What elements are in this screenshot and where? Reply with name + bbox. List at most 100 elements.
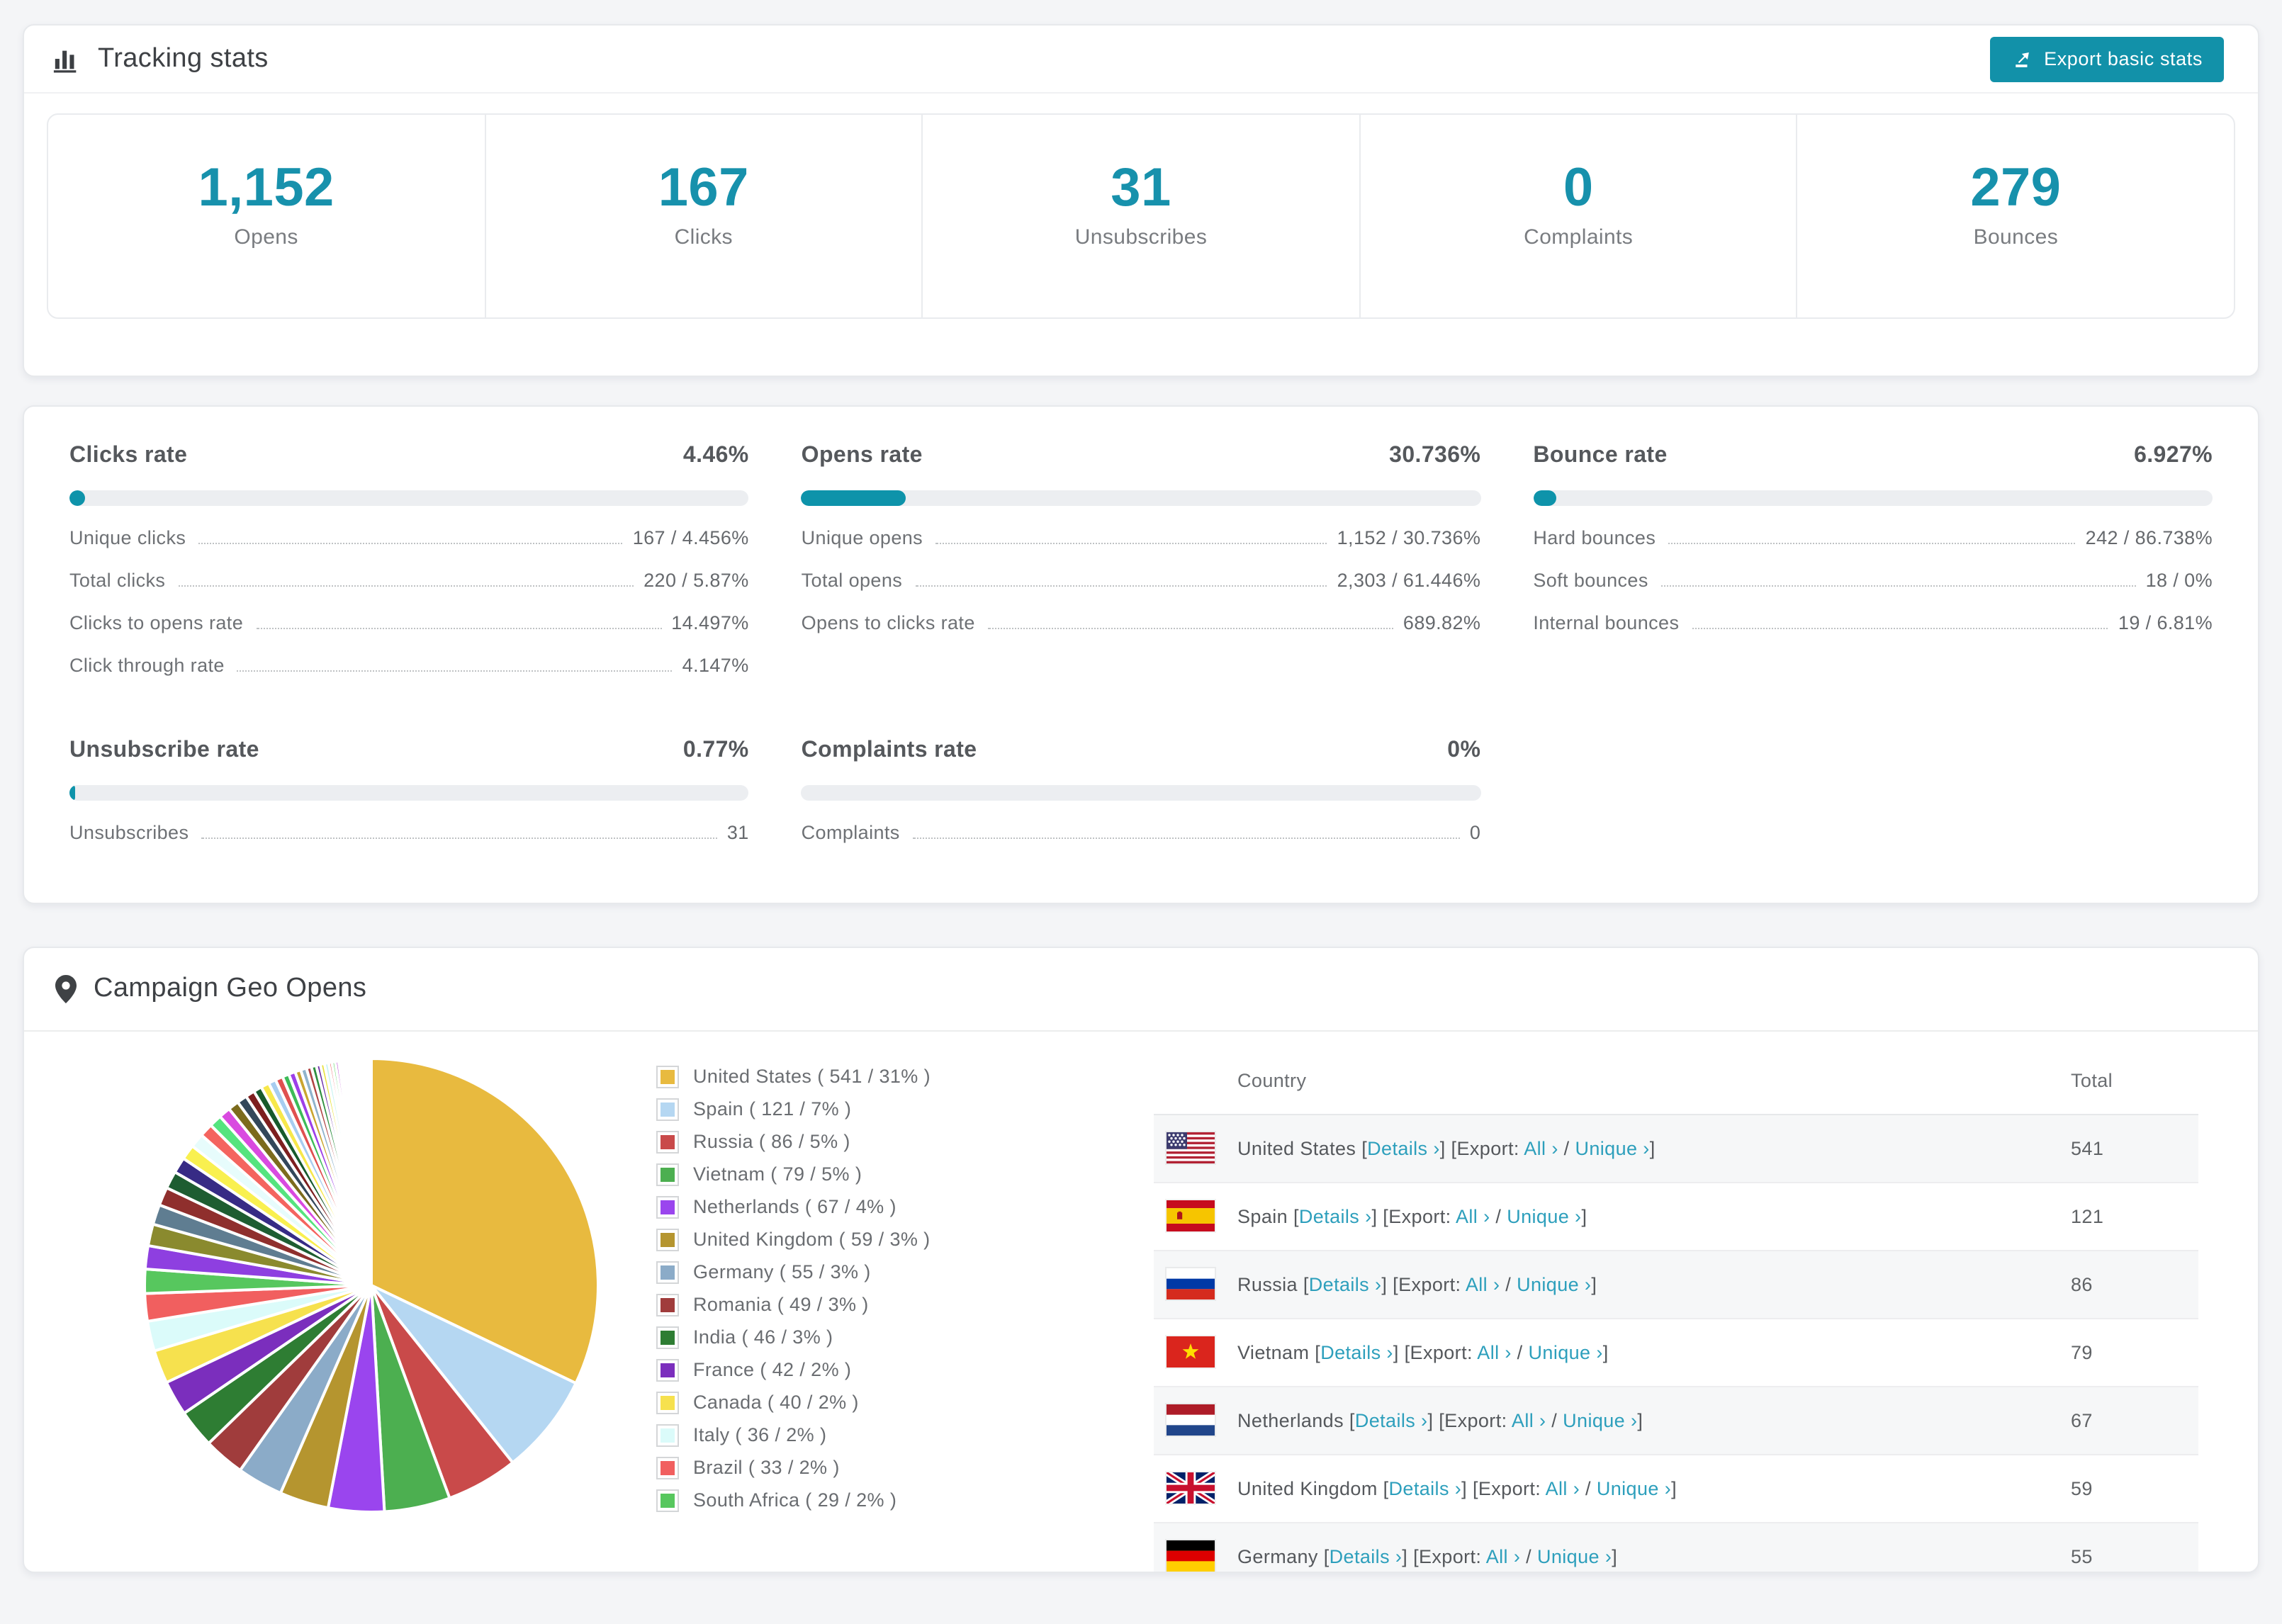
clicks-rate-details: Unique clicks 167 / 4.456% Total clicks 220… <box>69 527 749 676</box>
geo-table-row: United States [Details ›] [Export: All ›… <box>1154 1115 2198 1183</box>
export-label: Export: <box>1419 1545 1486 1567</box>
export-button-label: Export basic stats <box>2044 48 2203 69</box>
bracket: ] [ <box>1427 1409 1445 1431</box>
country-total: 121 <box>2071 1205 2104 1227</box>
legend-item: Spain ( 121 / 7% ) <box>656 1098 1081 1121</box>
export-label: Export: <box>1388 1205 1456 1227</box>
details-link[interactable]: Details › <box>1330 1546 1403 1567</box>
geo-body: United States ( 541 / 31% ) Spain ( 121 /… <box>24 1032 2258 1572</box>
export-label: Export: <box>1444 1409 1512 1431</box>
bounce-rate-section: Bounce rate 6.927% Hard bounces 242 / 86.… <box>1533 444 2213 676</box>
legend-swatch <box>656 1130 679 1154</box>
export-unique-link[interactable]: Unique › <box>1597 1478 1671 1499</box>
slash: / <box>1500 1273 1517 1295</box>
rate-detail-row: Opens to clicks rate 689.82% <box>801 611 1481 633</box>
export-all-link[interactable]: All › <box>1512 1410 1546 1431</box>
country-cell: Spain [Details ›] [Export: All › / Uniqu… <box>1237 1206 2071 1227</box>
bracket: ] <box>1602 1341 1609 1363</box>
export-all-link[interactable]: All › <box>1456 1206 1490 1227</box>
country-name: Spain <box>1237 1205 1288 1227</box>
export-unique-link[interactable]: Unique › <box>1537 1546 1612 1567</box>
pie-legend: United States ( 541 / 31% ) Spain ( 121 /… <box>656 1065 1081 1522</box>
summary-unsubscribes: 31 Unsubscribes <box>923 115 1361 317</box>
country-total: 55 <box>2071 1545 2093 1567</box>
details-link[interactable]: Details › <box>1389 1478 1462 1499</box>
legend-item: Germany ( 55 / 3% ) <box>656 1261 1081 1284</box>
country-cell: Germany [Details ›] [Export: All › / Uni… <box>1237 1546 2071 1567</box>
details-link[interactable]: Details › <box>1299 1206 1372 1227</box>
legend-label: France ( 42 / 2% ) <box>693 1359 852 1381</box>
bracket: ] <box>1591 1273 1597 1295</box>
bracket: ] [ <box>1439 1137 1457 1159</box>
campaign-geo-opens-card: Campaign Geo Opens United States ( 541 /… <box>23 946 2259 1573</box>
unsubscribes-count: 31 <box>1111 159 1171 218</box>
legend-label: Vietnam ( 79 / 5% ) <box>693 1163 862 1185</box>
details-link[interactable]: Details › <box>1309 1274 1382 1295</box>
legend-item: Italy ( 36 / 2% ) <box>656 1423 1081 1447</box>
export-unique-link[interactable]: Unique › <box>1575 1138 1649 1159</box>
export-all-link[interactable]: All › <box>1486 1546 1521 1567</box>
bounces-label: Bounces <box>1973 225 2059 249</box>
legend-item: Vietnam ( 79 / 5% ) <box>656 1163 1081 1186</box>
slash: / <box>1546 1409 1563 1431</box>
country-name: United Kingdom <box>1237 1477 1378 1499</box>
bracket: [ <box>1309 1341 1321 1363</box>
legend-label: Brazil ( 33 / 2% ) <box>693 1457 840 1479</box>
rate-detail-row: Internal bounces 19 / 6.81% <box>1533 611 2213 633</box>
country-cell: United Kingdom [Details ›] [Export: All … <box>1237 1478 2071 1499</box>
slash: / <box>1520 1545 1537 1567</box>
export-unique-link[interactable]: Unique › <box>1563 1410 1637 1431</box>
geo-header: Campaign Geo Opens <box>24 948 2258 1032</box>
geo-pie-chart <box>143 1056 600 1513</box>
clicks-rate-progressbar <box>69 490 749 506</box>
complaints-rate-section: Complaints rate 0% Complaints 0 <box>801 738 1481 843</box>
bracket: [ <box>1317 1545 1330 1567</box>
export-all-link[interactable]: All › <box>1477 1342 1512 1363</box>
slash: / <box>1511 1341 1529 1363</box>
export-unique-link[interactable]: Unique › <box>1507 1206 1581 1227</box>
export-unique-link[interactable]: Unique › <box>1529 1342 1603 1363</box>
flag-gb-icon <box>1167 1472 1215 1504</box>
clicks-rate-title: Clicks rate <box>69 443 188 468</box>
legend-item: Netherlands ( 67 / 4% ) <box>656 1195 1081 1219</box>
opens-rate-title: Opens rate <box>801 443 923 468</box>
opens-rate-value: 30.736% <box>1389 443 1481 468</box>
legend-swatch <box>656 1358 679 1382</box>
country-total: 86 <box>2071 1273 2093 1295</box>
details-link[interactable]: Details › <box>1367 1138 1440 1159</box>
details-link[interactable]: Details › <box>1320 1342 1393 1363</box>
geo-table-row: Vietnam [Details ›] [Export: All › / Uni… <box>1154 1319 2198 1387</box>
bracket: ] <box>1637 1409 1643 1431</box>
clicks-count: 167 <box>658 159 749 218</box>
opens-rate-progressbar <box>801 490 1481 506</box>
bracket: ] <box>1649 1137 1656 1159</box>
country-name: United States <box>1237 1137 1356 1159</box>
slash: / <box>1558 1137 1575 1159</box>
legend-item: Brazil ( 33 / 2% ) <box>656 1456 1081 1479</box>
geo-table-body: United States [Details ›] [Export: All ›… <box>1154 1115 2198 1572</box>
geo-table-row: Russia [Details ›] [Export: All › / Uniq… <box>1154 1251 2198 1319</box>
country-total: 59 <box>2071 1477 2093 1499</box>
bar-chart-icon <box>52 45 81 73</box>
complaints-rate-details: Complaints 0 <box>802 822 1481 843</box>
legend-item: South Africa ( 29 / 2% ) <box>656 1489 1081 1512</box>
export-all-link[interactable]: All › <box>1466 1274 1500 1295</box>
export-unique-link[interactable]: Unique › <box>1517 1274 1591 1295</box>
legend-swatch <box>656 1098 679 1121</box>
complaints-rate-value: 0% <box>1447 738 1481 762</box>
export-basic-stats-button[interactable]: Export basic stats <box>1990 36 2224 81</box>
bracket: ] [ <box>1371 1205 1389 1227</box>
country-cell: United States [Details ›] [Export: All ›… <box>1237 1138 2071 1159</box>
flag-de-icon <box>1167 1540 1215 1572</box>
country-name: Germany <box>1237 1545 1318 1567</box>
export-all-link[interactable]: All › <box>1546 1478 1580 1499</box>
legend-label: India ( 46 / 3% ) <box>693 1326 833 1348</box>
export-all-link[interactable]: All › <box>1524 1138 1558 1159</box>
details-link[interactable]: Details › <box>1355 1410 1428 1431</box>
legend-label: Romania ( 49 / 3% ) <box>693 1294 869 1316</box>
flag-ru-icon <box>1167 1268 1215 1300</box>
bounce-rate-title: Bounce rate <box>1533 443 1668 468</box>
bracket: [ <box>1297 1273 1309 1295</box>
bounces-count: 279 <box>1970 159 2062 218</box>
flag-us-icon <box>1167 1132 1215 1164</box>
